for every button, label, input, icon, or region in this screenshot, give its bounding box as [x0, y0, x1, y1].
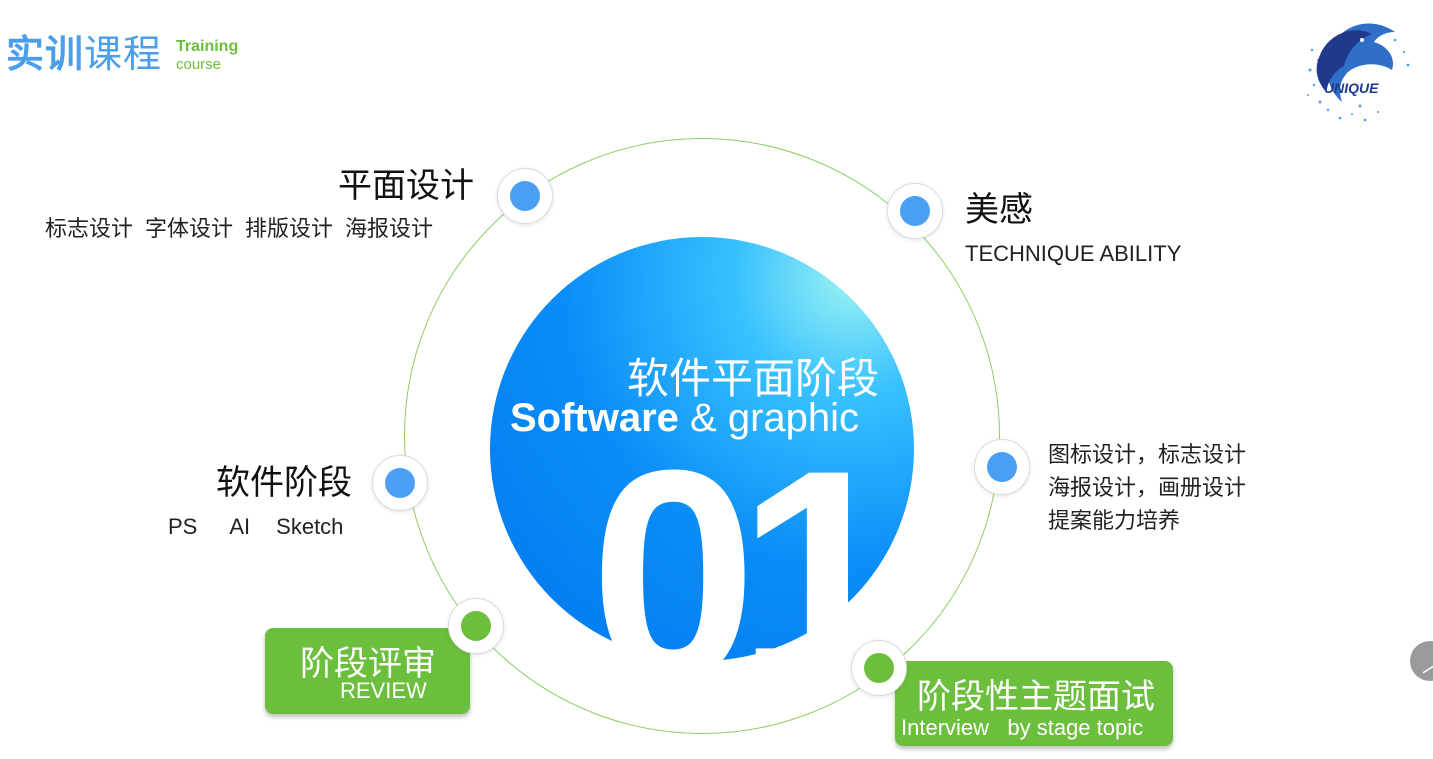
aesthetic-title: 美感: [965, 191, 1033, 229]
interview-title-en: Interview by stage topic: [901, 715, 1144, 740]
logo-text: UNIQUE: [1324, 80, 1379, 96]
page-title-part-b: 课程: [84, 34, 163, 76]
interview-box: 阶段性主题面试 Interview by stage topic: [895, 661, 1173, 746]
node-dot: [461, 611, 491, 641]
node-dot: [987, 452, 1017, 482]
graphic-item: 海报设计: [345, 216, 434, 241]
page-title: 实训课程: [6, 30, 162, 80]
design-skills-line: 图标设计，标志设计: [1048, 442, 1247, 467]
aesthetic-subtitle: TECHNIQUE ABILITY: [965, 241, 1182, 266]
software-item: AI: [229, 514, 251, 539]
graphic-design-items: 标志设计 字体设计 排版设计 海报设计: [45, 215, 433, 243]
design-skills-list: 图标设计，标志设计 海报设计，画册设计 提案能力培养: [1048, 438, 1246, 537]
dolphin-logo-icon: [1307, 23, 1410, 122]
chevron-up-icon: ︿: [1422, 647, 1433, 679]
node-design-skills: [974, 439, 1030, 495]
graphic-item: 标志设计: [45, 216, 134, 241]
page-subtitle-line1: Training: [176, 38, 239, 55]
review-box: 阶段评审 REVIEW: [265, 628, 470, 714]
node-interview: [851, 640, 907, 696]
center-title-en: Software & graphic: [510, 396, 859, 441]
node-dot: [864, 653, 894, 683]
page-title-part-a: 实训: [6, 34, 85, 76]
software-stage-items: PS AI Sketch: [168, 513, 343, 541]
software-stage-title: 软件阶段: [216, 464, 352, 502]
review-title-en: REVIEW: [340, 678, 427, 703]
design-skills-line: 海报设计，画册设计: [1048, 475, 1247, 500]
page-subtitle-line2: course: [176, 56, 222, 73]
center-title-en-rest: & graphic: [678, 396, 860, 440]
node-software-stage: [372, 455, 428, 511]
node-review: [448, 598, 504, 654]
node-aesthetic: [887, 183, 943, 239]
node-dot: [385, 468, 415, 498]
node-dot: [510, 181, 540, 211]
node-dot: [900, 196, 930, 226]
stage-number: 01: [590, 407, 904, 743]
page-subtitle: Training course: [176, 38, 238, 74]
software-item: Sketch: [276, 514, 344, 539]
design-skills-line: 提案能力培养: [1048, 508, 1181, 533]
center-title-en-bold: Software: [510, 396, 679, 440]
node-graphic-design: [497, 168, 553, 224]
software-item: PS: [168, 514, 198, 539]
scroll-top-button[interactable]: ︿: [1410, 641, 1433, 681]
graphic-design-title: 平面设计: [338, 167, 474, 205]
interview-title-cn: 阶段性主题面试: [917, 678, 1155, 716]
graphic-item: 排版设计: [245, 216, 334, 241]
graphic-item: 字体设计: [145, 216, 234, 241]
